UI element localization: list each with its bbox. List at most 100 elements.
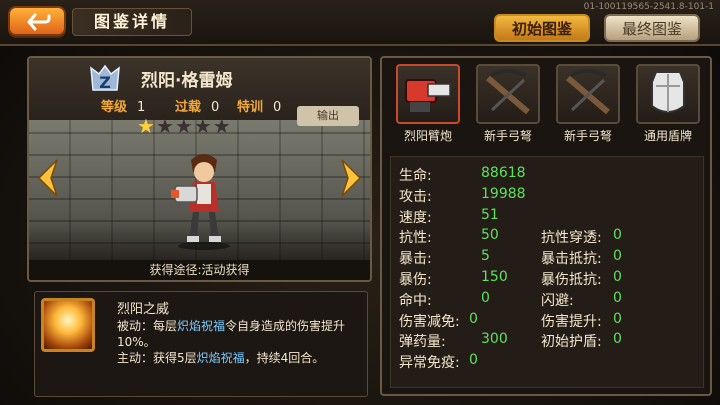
top-bar: 图鉴详情 01-100119565-2541.8-101-1 初始图鉴 最终图鉴 xyxy=(0,0,720,46)
equipment-slot-3[interactable]: 新手弓弩 xyxy=(552,64,624,146)
stat-value: 150 xyxy=(481,269,508,285)
equipment-slot-2[interactable]: 新手弓弩 xyxy=(472,64,544,146)
stat-value: 5 xyxy=(481,248,490,265)
back-button[interactable] xyxy=(8,6,66,36)
stat-row: 暴伤: 150 xyxy=(399,269,508,289)
skill-description: 被动：每层炽焰祝福令自身造成的伤害提升10%。 主动：获得5层炽焰祝福，持续4回… xyxy=(117,318,363,366)
stat-name: 生命: xyxy=(399,168,432,184)
stat-name: 攻击: xyxy=(399,188,432,205)
crossbow-icon xyxy=(566,69,610,115)
breakthrough-value: 0 xyxy=(211,100,220,115)
equipment-stats-panel: 烈阳臂炮 新手弓弩 新手弓弩 通用盾牌 生命: 88618 攻击: 19988 … xyxy=(380,56,712,396)
stat-value: 0 xyxy=(469,310,478,327)
stat-value: 88618 xyxy=(481,165,526,181)
breakthrough-stat: 过载 0 xyxy=(175,96,219,115)
stat-name: 暴击抵抗: xyxy=(541,251,602,268)
stat-name: 命中: xyxy=(399,292,432,309)
stat-name: 暴击: xyxy=(399,251,432,268)
stat-name: 暴伤: xyxy=(399,272,432,288)
stat-row: 暴击: 5 xyxy=(399,248,490,268)
star-empty-icon: ★ xyxy=(212,114,231,138)
skill-passive-prefix: 被动：每层 xyxy=(117,319,178,333)
stat-name: 抗性: xyxy=(399,230,432,247)
stat-value: 300 xyxy=(481,331,508,348)
stat-value: 19988 xyxy=(481,185,526,202)
star-rating: ★★★★★ xyxy=(137,114,232,138)
stat-row: 伤害提升: 0 xyxy=(541,311,622,331)
tab-final-codex[interactable]: 最终图鉴 xyxy=(604,14,700,42)
version-label: 01-100119565-2541.8-101-1 xyxy=(583,2,714,12)
rank-letter: Z xyxy=(99,73,111,92)
skill-active-keyword: 炽焰祝福 xyxy=(196,351,245,365)
equipment-label: 烈阳臂炮 xyxy=(403,129,452,143)
stat-row: 异常免疫: 0 xyxy=(399,352,478,372)
export-tag: 输出 xyxy=(297,106,359,126)
stat-value: 0 xyxy=(481,289,490,306)
hero-character xyxy=(171,154,230,250)
skill-icon[interactable] xyxy=(41,298,95,352)
stat-name: 暴伤抵抗: xyxy=(541,272,602,288)
stat-row: 抗性: 50 xyxy=(399,227,499,247)
page-title: 图鉴详情 xyxy=(72,8,192,36)
stat-row: 暴击抵抗: 0 xyxy=(541,248,622,268)
stats-list: 生命: 88618 攻击: 19988 速度: 51 抗性: 50 暴击: 5 暴伤: 150 命中: 0… xyxy=(390,156,704,388)
stat-value: 0 xyxy=(613,227,622,244)
training-value: 0 xyxy=(273,100,282,115)
equipment-label: 通用盾牌 xyxy=(643,129,692,143)
arm-cannon-icon xyxy=(405,79,451,112)
stat-value: 0 xyxy=(613,331,622,348)
star-empty-icon: ★ xyxy=(174,114,193,138)
equipment-label: 新手弓弩 xyxy=(563,129,612,143)
hero-name: 烈阳·格雷姆 xyxy=(141,71,233,91)
back-arrow-icon xyxy=(27,13,51,31)
level-label: 等级 xyxy=(101,100,128,115)
hero-panel: Z 烈阳·格雷姆 等级 1 过载 0 特训 0 ★★★★★ 输出 获得途径:活动获得 xyxy=(27,56,372,282)
stat-row: 生命: 88618 xyxy=(399,165,526,185)
equipment-slot-4[interactable]: 通用盾牌 xyxy=(632,64,704,146)
equipment-slot-1[interactable]: 烈阳臂炮 xyxy=(392,64,464,146)
stat-value: 50 xyxy=(481,227,499,244)
stat-name: 初始护盾: xyxy=(541,334,602,351)
stat-value: 0 xyxy=(613,248,622,265)
stat-row: 攻击: 19988 xyxy=(399,186,526,206)
star-filled-icon: ★ xyxy=(137,114,155,138)
equipment-label: 新手弓弩 xyxy=(483,129,532,143)
skill-active-suffix: ，持续4回合。 xyxy=(244,351,325,365)
skill-name: 烈阳之威 xyxy=(117,302,170,317)
stat-name: 伤害减免: xyxy=(399,313,460,330)
crossbow-icon xyxy=(486,69,530,115)
stat-row: 弹药量: 300 xyxy=(399,331,508,351)
training-stat: 特训 0 xyxy=(237,96,281,115)
acquisition-source: 获得途径:活动获得 xyxy=(29,260,370,280)
stat-row: 闪避: 0 xyxy=(541,290,622,310)
stat-row: 抗性穿透: 0 xyxy=(541,227,622,247)
stat-value: 0 xyxy=(613,289,622,306)
star-empty-icon: ★ xyxy=(193,114,212,138)
stat-name: 速度: xyxy=(399,209,432,226)
stat-row: 暴伤抵抗: 0 xyxy=(541,269,622,289)
level-stat: 等级 1 xyxy=(101,96,145,115)
stat-name: 伤害提升: xyxy=(541,313,602,330)
rank-badge-icon: Z xyxy=(90,64,120,92)
stat-value: 0 xyxy=(613,269,622,285)
stat-row: 伤害减免: 0 xyxy=(399,311,478,331)
stat-name: 弹药量: xyxy=(399,334,446,351)
shield-icon xyxy=(651,71,685,113)
stat-value: 0 xyxy=(469,352,478,369)
stat-value: 51 xyxy=(481,206,499,223)
training-label: 特训 xyxy=(237,100,264,115)
stat-value: 0 xyxy=(613,310,622,327)
star-empty-icon: ★ xyxy=(155,114,174,138)
breakthrough-label: 过载 xyxy=(175,100,202,115)
level-value: 1 xyxy=(137,100,146,115)
stat-row: 命中: 0 xyxy=(399,290,490,310)
next-hero-arrow-icon[interactable] xyxy=(338,158,364,198)
skill-active-prefix: 主动：获得5层 xyxy=(117,351,197,365)
skill-passive-keyword: 炽焰祝福 xyxy=(177,319,226,333)
prev-hero-arrow-icon[interactable] xyxy=(35,158,61,198)
stat-row: 速度: 51 xyxy=(399,207,499,227)
stat-name: 异常免疫: xyxy=(399,355,460,372)
stat-row: 初始护盾: 0 xyxy=(541,331,622,351)
stat-name: 抗性穿透: xyxy=(541,230,602,247)
tab-initial-codex[interactable]: 初始图鉴 xyxy=(494,14,590,42)
